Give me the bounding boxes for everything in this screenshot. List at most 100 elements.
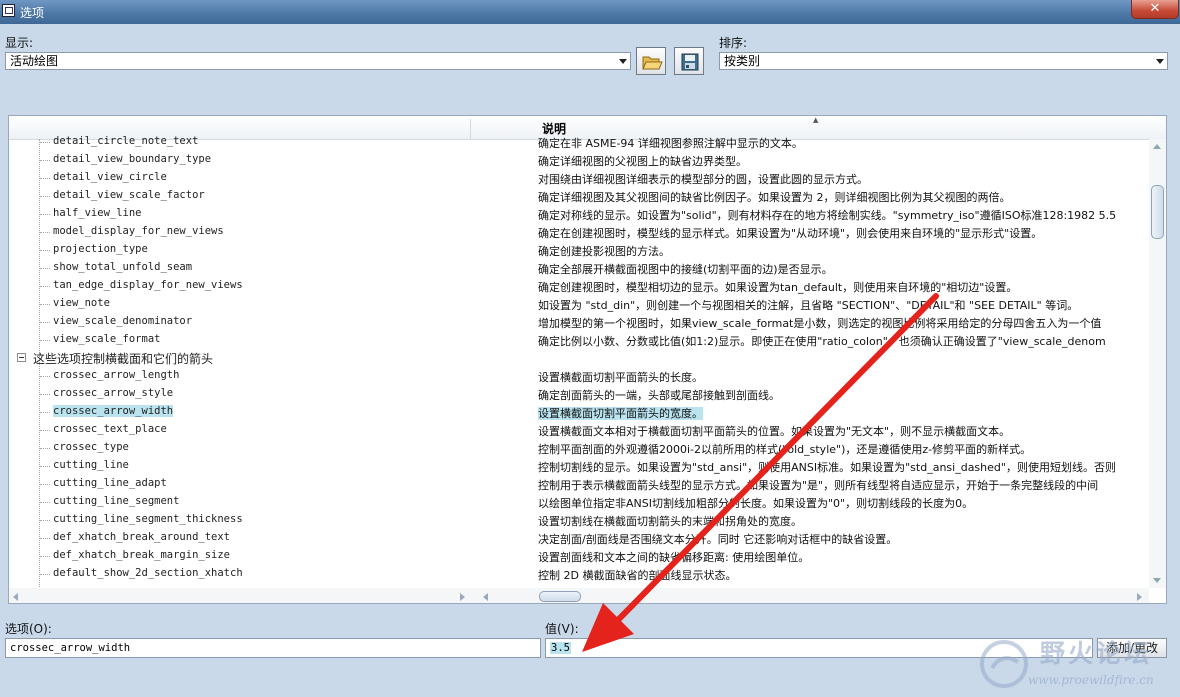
table-row[interactable]: crossec_arrow_width 设置横截面切割平面箭头的宽度。 <box>9 403 1149 421</box>
table-row[interactable]: def_xhatch_break_around_text 决定剖面/剖面线是否围绕… <box>9 529 1149 547</box>
display-select[interactable]: 活动绘图 <box>5 52 631 70</box>
chevron-down-icon <box>1156 59 1164 64</box>
sort-select-value: 按类别 <box>724 54 761 68</box>
option-description-text: 确定剖面箭头的一端，头部或尾部接触到剖面线。 <box>538 389 780 402</box>
table-row[interactable]: cutting_line_segment 以绘图单位指定非ANSI切割线加粗部分的… <box>9 493 1149 511</box>
option-name: view_note <box>53 297 110 309</box>
option-name: model_display_for_new_views <box>53 225 224 237</box>
option-name-text: show_total_unfold_seam <box>53 261 193 273</box>
option-name-text: tan_edge_display_for_new_views <box>53 279 243 291</box>
option-name: tan_edge_display_for_new_views <box>53 279 243 291</box>
option-name-text: crossec_arrow_width <box>53 405 174 417</box>
option-name: crossec_text_place <box>53 423 167 435</box>
option-name: default_show_2d_section_xhatch <box>53 567 243 579</box>
table-row[interactable]: model_display_for_new_views 确定在创建视图时，模型线的… <box>9 223 1149 241</box>
horizontal-scroll-thumb[interactable] <box>539 591 581 602</box>
table-row[interactable]: cutting_line_segment_thickness 设置切割线在横截面切… <box>9 511 1149 529</box>
horizontal-scrollbar-left[interactable] <box>9 588 477 603</box>
option-description: 确定在非 ASME-94 详细视图参照注解中显示的文本。 <box>538 135 1145 151</box>
option-description: 决定剖面/剖面线是否围绕文本分开。同时 它还影响对话框中的缺省设置。 <box>538 531 1145 547</box>
option-description: 设置横截面文本相对于横截面切割平面箭头的位置。如果设置为"无文本"，则不显示横截… <box>538 423 1145 439</box>
option-description: 控制平面剖面的外观遵循2000i-2以前所用的样式("old_style")，还… <box>538 441 1145 457</box>
save-config-button[interactable] <box>674 47 704 75</box>
table-row[interactable]: default_show_2d_section_xhatch 控制 2D 横截面缺… <box>9 565 1149 583</box>
option-name-input[interactable]: crossec_arrow_width <box>5 638 541 658</box>
tree-branch <box>40 412 50 413</box>
scroll-left-icon[interactable] <box>13 593 18 601</box>
option-description-text: 确定比例以小数、分数或比值(如1:2)显示。即使正在使用"ratio_colon… <box>538 335 1106 348</box>
option-description: 确定在创建视图时，模型线的显示样式。如果设置为"从动环境"，则会使用来自环境的"… <box>538 225 1145 241</box>
option-name: view_scale_format <box>53 333 160 345</box>
table-row[interactable]: detail_view_scale_factor 确定详细视图及其父视图间的缺省比… <box>9 187 1149 205</box>
scroll-up-icon[interactable] <box>1153 144 1161 149</box>
close-button[interactable]: ✕ <box>1131 0 1179 19</box>
vertical-scrollbar[interactable] <box>1149 139 1166 588</box>
tree-branch <box>40 520 50 521</box>
table-row[interactable]: detail_view_boundary_type 确定详细视图的父视图上的缺省边… <box>9 151 1149 169</box>
option-description-text: 确定在非 ASME-94 详细视图参照注解中显示的文本。 <box>538 137 803 150</box>
table-row[interactable]: projection_type 确定创建投影视图的方法。 <box>9 241 1149 259</box>
table-row[interactable]: view_scale_denominator 增加模型的第一个视图时，如果view… <box>9 313 1149 331</box>
vertical-scroll-thumb[interactable] <box>1151 185 1164 239</box>
option-name-text: crossec_arrow_style <box>53 387 174 399</box>
table-row[interactable]: show_total_unfold_seam 确定全部展开横截面视图中的接缝(切割… <box>9 259 1149 277</box>
option-description: 设置切割线在横截面切割箭头的末端和拐角处的宽度。 <box>538 513 1145 529</box>
table-row[interactable]: detail_circle_note_text 确定在非 ASME-94 详细视图… <box>9 133 1149 151</box>
option-description-text: 确定创建投影视图的方法。 <box>538 245 670 258</box>
table-row[interactable]: crossec_type 控制平面剖面的外观遵循2000i-2以前所用的样式("o… <box>9 439 1149 457</box>
option-name: detail_view_circle <box>53 171 167 183</box>
add-change-button[interactable]: 添加/更改 <box>1097 638 1167 658</box>
collapse-icon[interactable] <box>17 353 26 362</box>
scroll-right-icon[interactable] <box>1137 593 1142 601</box>
window-icon <box>2 4 15 17</box>
option-description-text: 控制平面剖面的外观遵循2000i-2以前所用的样式("old_style")，还… <box>538 443 1032 456</box>
option-description-text: 增加模型的第一个视图时，如果view_scale_format是小数，则选定的视… <box>538 317 1102 330</box>
option-description-text: 以绘图单位指定非ANSI切割线加粗部分的长度。如果设置为"0"，则切割线段的长度… <box>538 497 974 510</box>
close-icon: ✕ <box>1149 1 1161 16</box>
horizontal-scrollbar-right[interactable] <box>477 588 1149 603</box>
option-description: 设置横截面切割平面箭头的长度。 <box>538 369 1145 385</box>
sort-label: 排序: <box>719 36 748 50</box>
table-row[interactable]: detail_view_circle 对围绕由详细视图详细表示的模型部分的圆，设置… <box>9 169 1149 187</box>
option-name: cutting_line_adapt <box>53 477 167 489</box>
table-row[interactable]: half_view_line 确定对称线的显示。如设置为"solid"，则有材料存… <box>9 205 1149 223</box>
scroll-right-icon[interactable] <box>460 593 465 601</box>
option-description-text: 控制用于表示横截面箭头线型的显示方式。如果设置为"是"，则所有线型将自适应显示，… <box>538 479 1099 492</box>
tree-branch <box>40 466 50 467</box>
option-name-text: view_note <box>53 297 110 309</box>
window-title: 选项 <box>20 6 45 20</box>
option-description: 增加模型的第一个视图时，如果view_scale_format是小数，则选定的视… <box>538 315 1145 331</box>
option-name-text: def_xhatch_break_margin_size <box>53 549 231 561</box>
table-row[interactable]: cutting_line 控制切割线的显示。如果设置为"std_ansi"，则使用… <box>9 457 1149 475</box>
option-name-value: crossec_arrow_width <box>10 642 131 654</box>
table-row[interactable]: view_note 如设置为 "std_din"，则创建一个与视图相关的注解，且省… <box>9 295 1149 313</box>
scroll-left-icon[interactable] <box>483 593 488 601</box>
table-row[interactable]: crossec_text_place 设置横截面文本相对于横截面切割平面箭头的位置… <box>9 421 1149 439</box>
option-name-text: crossec_arrow_length <box>53 369 180 381</box>
category-label: 这些选项控制横截面和它们的箭头 <box>33 350 213 367</box>
option-description-text: 控制 2D 横截面缺省的剖面线显示状态。 <box>538 569 737 582</box>
table-row[interactable]: crossec_arrow_style 确定剖面箭头的一端，头部或尾部接触到剖面线… <box>9 385 1149 403</box>
option-description: 确定创建视图时，模型相切边的显示。如果设置为tan_default，则使用来自环… <box>538 279 1145 295</box>
tree-branch <box>40 304 50 305</box>
scroll-down-icon[interactable] <box>1153 578 1161 583</box>
sort-select[interactable]: 按类别 <box>719 52 1168 70</box>
option-description-text: 控制切割线的显示。如果设置为"std_ansi"，则使用ANSI标准。如果设置为… <box>538 461 1116 474</box>
table-row[interactable]: cutting_line_adapt 控制用于表示横截面箭头线型的显示方式。如果设… <box>9 475 1149 493</box>
table-row[interactable]: tan_edge_display_for_new_views 确定创建视图时，模型… <box>9 277 1149 295</box>
value-input[interactable]: 3.5 <box>545 638 1093 658</box>
open-config-button[interactable] <box>636 47 666 75</box>
tree-branch <box>40 250 50 251</box>
table-row[interactable]: def_xhatch_break_margin_size 设置剖面线和文本之间的缺… <box>9 547 1149 565</box>
folder-open-icon <box>642 56 663 70</box>
option-description-text: 决定剖面/剖面线是否围绕文本分开。同时 它还影响对话框中的缺省设置。 <box>538 533 898 546</box>
table-row[interactable]: view_scale_format 确定比例以小数、分数或比值(如1:2)显示。即… <box>9 331 1149 349</box>
chevron-down-icon <box>619 59 627 64</box>
display-label: 显示: <box>5 36 34 50</box>
option-name: crossec_arrow_style <box>53 387 173 399</box>
option-description-text: 确定创建视图时，模型相切边的显示。如果设置为tan_default，则使用来自环… <box>538 281 1018 294</box>
option-name-text: cutting_line <box>53 459 129 471</box>
option-description: 确定剖面箭头的一端，头部或尾部接触到剖面线。 <box>538 387 1145 403</box>
table-row[interactable]: crossec_arrow_length 设置横截面切割平面箭头的长度。 <box>9 367 1149 385</box>
category-row[interactable]: 这些选项控制横截面和它们的箭头 <box>9 349 1149 367</box>
